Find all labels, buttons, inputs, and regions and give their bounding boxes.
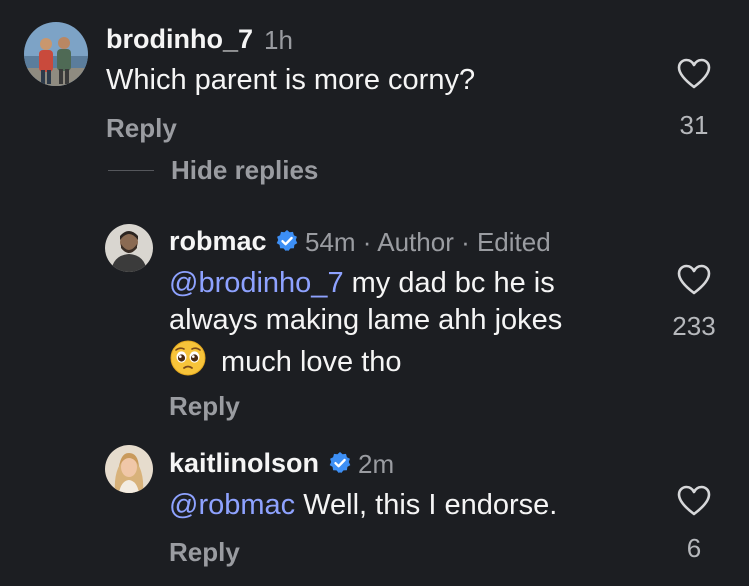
reply-text-line1: my dad bc he is bbox=[343, 267, 555, 299]
reply-text-line2: always making lame ahh jokes bbox=[169, 304, 563, 336]
mention-link[interactable]: @brodinho_7 bbox=[169, 267, 344, 299]
comment-time: 1h bbox=[264, 25, 293, 55]
avatar-photo bbox=[105, 445, 153, 493]
verified-badge-icon bbox=[276, 230, 298, 251]
reply-time: 2m bbox=[358, 449, 395, 479]
heart-outline-icon[interactable] bbox=[677, 264, 711, 296]
like-count: 233 bbox=[672, 311, 716, 341]
verified-badge-icon bbox=[329, 452, 351, 473]
avatar-photo bbox=[24, 22, 88, 86]
reply-username[interactable]: kaitlinolson bbox=[169, 450, 319, 477]
like-count: 6 bbox=[686, 533, 702, 563]
reply-text: @brodinho_7 my dad bc he is always makin… bbox=[169, 265, 562, 387]
pleading-face-emoji bbox=[169, 339, 207, 387]
mention-link[interactable]: @robmac bbox=[169, 489, 295, 521]
avatar-brodinho[interactable] bbox=[24, 22, 88, 86]
reply-button[interactable]: Reply bbox=[169, 539, 240, 565]
comment-text: Which parent is more corny? bbox=[106, 64, 476, 96]
reply-button[interactable]: Reply bbox=[106, 115, 177, 141]
reply-text-body: Well, this I endorse. bbox=[295, 489, 558, 521]
reply-text-line3: much love tho bbox=[221, 346, 402, 378]
reply-username[interactable]: robmac bbox=[169, 228, 267, 255]
comments-screen: brodinho_7 1h Which parent is more corny… bbox=[0, 0, 749, 586]
thread-line bbox=[108, 170, 154, 171]
reply-meta: 54m · Author · Edited bbox=[305, 227, 551, 257]
comment-username[interactable]: brodinho_7 bbox=[106, 26, 253, 53]
avatar-kaitlinolson[interactable] bbox=[105, 445, 153, 493]
avatar-photo bbox=[105, 224, 153, 272]
heart-outline-icon[interactable] bbox=[677, 485, 711, 517]
reply-button[interactable]: Reply bbox=[169, 393, 240, 419]
hide-replies-button[interactable]: Hide replies bbox=[171, 157, 318, 183]
like-count: 31 bbox=[679, 110, 709, 140]
reply-text: @robmac Well, this I endorse. bbox=[169, 487, 557, 524]
heart-outline-icon[interactable] bbox=[677, 58, 711, 90]
avatar-robmac[interactable] bbox=[105, 224, 153, 272]
